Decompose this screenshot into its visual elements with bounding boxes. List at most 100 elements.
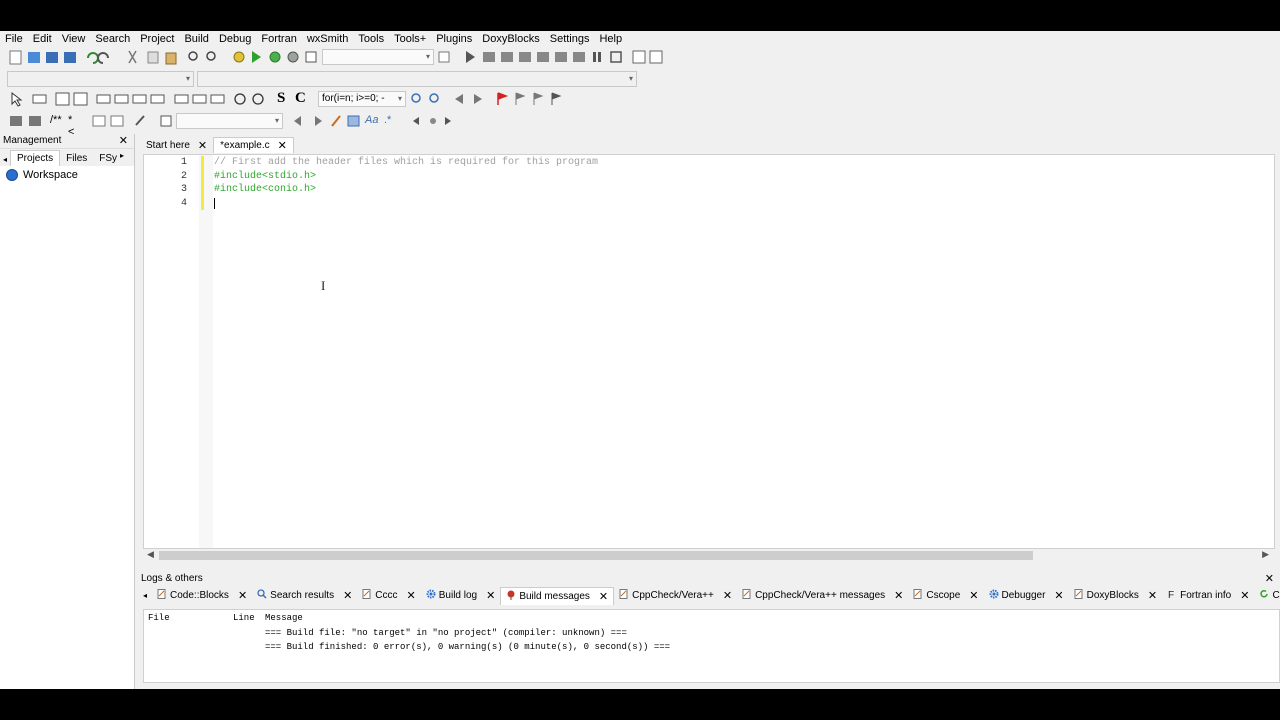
column-line[interactable]: Line bbox=[233, 613, 255, 623]
doxy-toolbar: /** *< ▾ Aa .* bbox=[0, 111, 451, 138]
code-line[interactable]: 2 #include<stdio.h> bbox=[144, 169, 1274, 183]
menu-item[interactable]: Edit bbox=[28, 31, 57, 47]
scope-combo[interactable]: ▾ bbox=[7, 71, 194, 87]
log-tab-code-blocks[interactable]: Code::Blocks ✕ bbox=[152, 587, 252, 604]
close-icon[interactable]: ✕ bbox=[343, 589, 352, 602]
tab-start-here-label: Start here bbox=[146, 139, 190, 151]
log-tab-label: Closed bbox=[1272, 590, 1280, 601]
code-line[interactable]: 4 bbox=[144, 196, 1274, 210]
close-icon[interactable]: ✕ bbox=[1148, 589, 1157, 602]
code-line[interactable]: 3 #include<conio.h> bbox=[144, 183, 1274, 197]
tab-scroll-right-icon[interactable]: ▸ bbox=[114, 149, 130, 162]
tab-files[interactable]: Files bbox=[60, 151, 93, 166]
menu-item[interactable]: DoxyBlocks bbox=[477, 31, 544, 47]
log-message-row[interactable]: === Build finished: 0 error(s), 0 warnin… bbox=[265, 642, 670, 652]
log-tab-label: Cscope bbox=[926, 590, 961, 601]
regex-aa-button[interactable]: Aa bbox=[365, 114, 378, 126]
menu-item[interactable]: Build bbox=[179, 31, 213, 47]
code-text: #include<stdio.h> bbox=[214, 170, 317, 182]
function-combo[interactable]: ▾ bbox=[197, 71, 637, 87]
tab-scroll-left-icon[interactable]: ◂ bbox=[0, 153, 10, 166]
log-tab-build-messages[interactable]: Build messages ✕ bbox=[500, 586, 615, 605]
close-icon[interactable]: ✕ bbox=[723, 589, 732, 602]
log-tab-cppcheck-vera-[interactable]: CppCheck/Vera++ ✕ bbox=[614, 587, 737, 604]
close-icon[interactable]: ✕ bbox=[1240, 589, 1249, 602]
search-toolbar-icons[interactable] bbox=[408, 89, 568, 109]
logs-panel: Logs & others ✕ ◂ Code::Blocks ✕ Search re… bbox=[138, 572, 1280, 689]
fold-margin[interactable] bbox=[199, 155, 213, 548]
close-icon[interactable]: ✕ bbox=[486, 589, 495, 602]
log-tab-build-log[interactable]: Build log ✕ bbox=[421, 587, 501, 604]
code-completion-combo[interactable]: ▾ bbox=[176, 113, 283, 129]
close-icon[interactable]: ✕ bbox=[407, 589, 416, 602]
menu-item[interactable]: Tools bbox=[353, 31, 389, 47]
management-title-text: Management bbox=[3, 135, 62, 146]
close-icon[interactable]: ✕ bbox=[278, 139, 287, 152]
tab-example-c[interactable]: *example.c ✕ bbox=[213, 137, 294, 153]
log-tab-cscope[interactable]: Cscope ✕ bbox=[908, 587, 983, 604]
menu-item[interactable]: Settings bbox=[545, 31, 595, 47]
workspace-tree-item[interactable]: Workspace bbox=[0, 166, 134, 184]
menu-item[interactable]: Tools+ bbox=[389, 31, 431, 47]
misc-icons[interactable] bbox=[88, 111, 178, 131]
scroll-left-icon[interactable]: ◀ bbox=[147, 549, 154, 560]
scrollbar-thumb[interactable] bbox=[159, 551, 1033, 560]
editor-horizontal-scrollbar[interactable]: ◀ ▶ bbox=[143, 549, 1275, 562]
search-combo[interactable]: for(i=n; i>=0; - ▾ bbox=[318, 91, 406, 107]
column-message[interactable]: Message bbox=[265, 613, 303, 623]
changed-line-marker bbox=[201, 183, 204, 197]
menu-item[interactable]: Project bbox=[135, 31, 179, 47]
close-icon[interactable]: ✕ bbox=[599, 590, 608, 603]
log-tab-debugger[interactable]: Debugger ✕ bbox=[984, 587, 1069, 604]
gear-icon bbox=[989, 589, 1002, 602]
doxy-icons[interactable] bbox=[0, 111, 48, 131]
menu-item[interactable]: Search bbox=[90, 31, 135, 47]
close-icon[interactable]: ✕ bbox=[969, 589, 978, 602]
comment-button[interactable]: /** bbox=[50, 114, 62, 126]
menu-item[interactable]: File bbox=[0, 31, 28, 47]
menu-item[interactable]: View bbox=[57, 31, 91, 47]
log-tab-cccc[interactable]: Cccc ✕ bbox=[357, 587, 420, 604]
menu-item[interactable]: wxSmith bbox=[302, 31, 354, 47]
close-icon[interactable]: ✕ bbox=[894, 589, 903, 602]
close-icon[interactable]: ✕ bbox=[198, 139, 207, 152]
log-message-row[interactable]: === Build file: "no target" in "no proje… bbox=[265, 628, 627, 638]
management-close-icon[interactable]: ✕ bbox=[119, 134, 128, 148]
strikethrough-s-button[interactable]: S bbox=[277, 90, 285, 107]
menu-item[interactable]: Fortran bbox=[256, 31, 301, 47]
log-tab-cppcheck-vera-messages[interactable]: CppCheck/Vera++ messages ✕ bbox=[737, 587, 908, 604]
workspace-icon bbox=[6, 169, 18, 181]
log-tab-search-results[interactable]: Search results ✕ bbox=[252, 587, 357, 604]
log-tab-fortran-info[interactable]: F Fortran info ✕ bbox=[1162, 587, 1254, 604]
debug-toolbar-icons[interactable] bbox=[437, 47, 667, 67]
log-tab-doxyblocks[interactable]: DoxyBlocks ✕ bbox=[1069, 587, 1162, 604]
menu-item[interactable]: Debug bbox=[214, 31, 256, 47]
main-toolbar-icons[interactable] bbox=[0, 47, 320, 67]
wxsmith-toolbar-icons[interactable] bbox=[0, 89, 320, 109]
menu-item[interactable]: Help bbox=[594, 31, 627, 47]
build-messages-list[interactable]: File Line Message === Build file: "no ta… bbox=[143, 609, 1280, 683]
code-editor[interactable]: 1 // First add the header files which is … bbox=[143, 154, 1275, 549]
log-tab-label: Fortran info bbox=[1180, 590, 1232, 601]
scroll-right-icon[interactable]: ▶ bbox=[1262, 549, 1269, 560]
log-tab-scroll-left-icon[interactable]: ◂ bbox=[138, 591, 152, 600]
close-icon[interactable]: ✕ bbox=[238, 589, 247, 602]
tab-example-c-label: *example.c bbox=[220, 140, 270, 151]
tab-projects[interactable]: Projects bbox=[10, 150, 61, 166]
changed-line-marker bbox=[201, 169, 204, 183]
c-button[interactable]: C bbox=[295, 90, 306, 107]
log-tab-closed[interactable]: Closed bbox=[1254, 587, 1280, 604]
build-target-combo[interactable]: ▾ bbox=[322, 49, 434, 65]
tab-start-here[interactable]: Start here ✕ bbox=[140, 137, 213, 153]
page-icon bbox=[742, 589, 755, 602]
code-line[interactable]: 1 // First add the header files which is … bbox=[144, 156, 1274, 170]
log-tab-label: Search results bbox=[270, 590, 335, 601]
close-icon[interactable]: ✕ bbox=[1054, 589, 1063, 602]
menu-item[interactable]: Plugins bbox=[431, 31, 477, 47]
regex-dot-button[interactable]: .* bbox=[384, 114, 391, 126]
line-number: 2 bbox=[180, 170, 187, 182]
logs-close-icon[interactable]: ✕ bbox=[1265, 572, 1274, 586]
changed-line-marker bbox=[201, 196, 204, 210]
column-file[interactable]: File bbox=[148, 613, 170, 623]
refresh-icon bbox=[1259, 589, 1272, 602]
